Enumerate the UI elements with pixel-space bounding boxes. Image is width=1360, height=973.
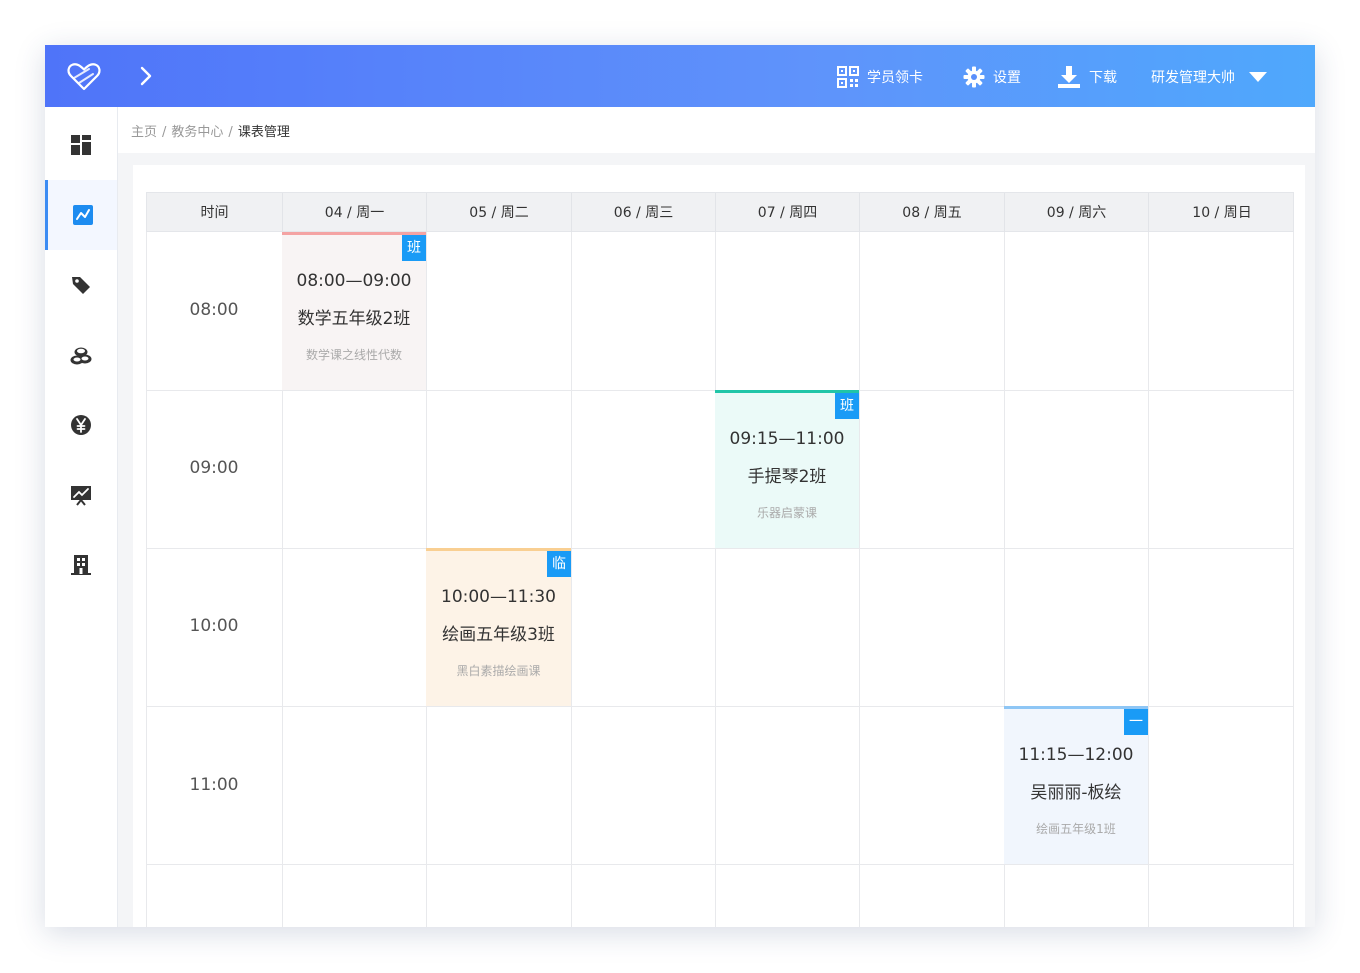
settings-label: 设置 [993,70,1021,86]
coins-icon [70,347,92,365]
breadcrumb-separator: / [228,125,233,140]
user-menu-dropdown[interactable]: 研发管理大帅 [1151,63,1267,91]
student-card-button[interactable]: 学员领卡 [837,63,923,91]
schedule-icon [72,205,93,225]
column-divider [571,232,572,927]
breadcrumb-home[interactable]: 主页 [131,125,157,140]
settings-button[interactable]: 设置 [963,63,1021,91]
event-title: 绘画五年级3班 [442,625,555,645]
event-subtitle: 绘画五年级1班 [1036,822,1116,836]
column-divider [715,232,716,927]
gear-icon [963,66,985,88]
breadcrumb-academic[interactable]: 教务中心 [171,125,223,140]
event-subtitle: 数学课之线性代数 [305,348,402,362]
breadcrumb-current: 课表管理 [237,125,290,140]
event-time: 08:00—09:00 [296,271,412,291]
sidebar-item-dashboard[interactable] [45,110,117,180]
schedule-header-row: 时间 04 / 周一 05 / 周二 06 / 周三 07 / 周四 08 / … [146,192,1295,233]
breadcrumb: 主页 / 教务中心 / 课表管理 [131,121,290,140]
qrcode-icon [837,66,859,88]
class-event-card[interactable]: 临 10:00—11:30 绘画五年级3班 黑白素描绘画课 [426,548,571,706]
sidebar-item-reports[interactable] [45,460,117,530]
caret-down-icon [1249,72,1267,82]
time-slot-label: 11:00 [189,775,239,795]
column-header-day[interactable]: 05 / 周二 [427,193,572,233]
event-time: 10:00—11:30 [441,587,556,607]
column-header-time: 时间 [147,193,283,233]
sidebar-item-schedule[interactable] [45,180,117,250]
column-divider [1293,232,1294,927]
event-title: 吴丽丽-板绘 [1030,783,1122,803]
download-label: 下载 [1089,70,1117,86]
heart-logo-icon[interactable] [67,62,101,92]
class-type-badge: 班 [835,393,859,419]
event-subtitle: 黑白素描绘画课 [456,664,541,678]
column-header-day[interactable]: 08 / 周五 [860,193,1005,233]
class-event-card[interactable]: 班 09:15—11:00 手提琴2班 乐器启蒙课 [715,390,859,548]
column-divider [146,232,147,927]
yen-icon [71,415,91,435]
event-title: 手提琴2班 [747,467,827,487]
time-slot-label: 08:00 [189,300,239,320]
student-card-label: 学员领卡 [867,70,923,86]
expand-sidebar-chevron-icon[interactable] [137,63,155,89]
top-navbar: 学员领卡 设置 下载 研发管理大帅 [45,45,1315,107]
time-slot-label: 10:00 [189,616,239,636]
event-time: 09:15—11:00 [729,429,845,449]
column-divider [859,232,860,927]
download-icon [1058,66,1080,88]
column-divider [1148,232,1149,927]
breadcrumb-separator: / [162,125,167,140]
event-title: 数学五年级2班 [297,309,411,329]
event-subtitle: 乐器启蒙课 [756,506,817,520]
sidebar-item-finance[interactable] [45,390,117,460]
app-window: 学员领卡 设置 下载 研发管理大帅 主页 / 教务中心 / 课表管理 时间 04… [45,45,1315,927]
sidebar-item-campus[interactable] [45,530,117,600]
column-header-day[interactable]: 07 / 周四 [716,193,860,233]
chart-icon [71,486,91,506]
class-type-badge: 班 [402,235,426,261]
class-event-card[interactable]: 班 08:00—09:00 数学五年级2班 数学课之线性代数 [282,232,426,390]
tag-icon [72,277,90,294]
event-time: 11:15—12:00 [1018,745,1134,765]
download-button[interactable]: 下载 [1057,63,1117,91]
weekly-schedule-grid: 时间 04 / 周一 05 / 周二 06 / 周三 07 / 周四 08 / … [146,192,1294,927]
row-divider [146,864,1294,865]
sidebar [45,107,118,927]
sidebar-item-tags[interactable] [45,250,117,320]
column-header-day[interactable]: 06 / 周三 [572,193,716,233]
dashboard-icon [71,135,91,155]
column-header-day[interactable]: 09 / 周六 [1005,193,1149,233]
sidebar-item-coins[interactable] [45,320,117,390]
row-divider [146,548,1294,549]
class-type-badge: 一 [1124,709,1148,735]
class-event-card[interactable]: 一 11:15—12:00 吴丽丽-板绘 绘画五年级1班 [1004,706,1148,864]
building-icon [71,555,91,575]
user-name: 研发管理大帅 [1151,70,1235,86]
time-slot-label: 09:00 [189,458,239,478]
class-type-badge: 临 [547,551,571,577]
column-header-day[interactable]: 04 / 周一 [283,193,427,233]
column-header-day[interactable]: 10 / 周日 [1149,193,1295,233]
